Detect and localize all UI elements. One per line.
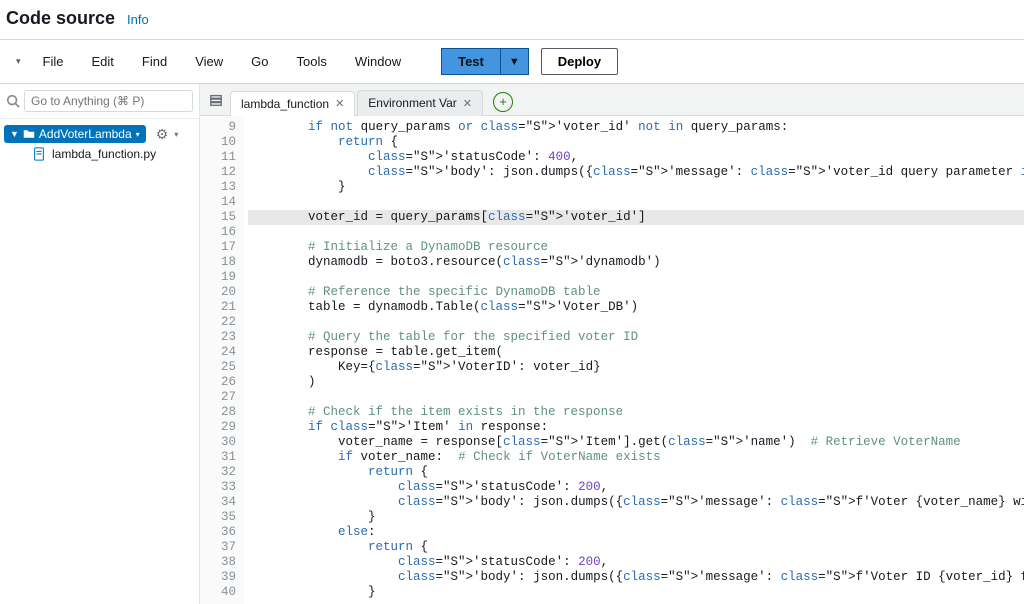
tab-add-button[interactable]: + — [493, 92, 513, 112]
tab-environment-var[interactable]: Environment Var ✕ — [357, 90, 483, 116]
caret-down-icon: ▼ — [10, 129, 19, 139]
test-dropdown-button[interactable]: ▼ — [500, 48, 529, 75]
folder-icon — [23, 128, 35, 140]
deploy-button[interactable]: Deploy — [541, 48, 618, 75]
menu-go[interactable]: Go — [239, 50, 280, 73]
menu-file[interactable]: File — [31, 50, 76, 73]
panel-header: Code source Info — [0, 0, 1024, 39]
tab-lambda-function[interactable]: lambda_function ✕ — [230, 91, 355, 117]
tab-label: lambda_function — [241, 97, 329, 111]
menu-view[interactable]: View — [183, 50, 235, 73]
menu-tools[interactable]: Tools — [284, 50, 338, 73]
tree-folder-root[interactable]: ▼ AddVoterLambda ▾ — [4, 125, 146, 143]
line-gutter: 9101112131415161718192021222324252627282… — [200, 116, 244, 604]
ide-container: ▾ File Edit Find View Go Tools Window Te… — [0, 39, 1024, 604]
menu-collapse-icon[interactable]: ▾ — [10, 56, 27, 67]
caret-small-icon: ▾ — [136, 130, 140, 139]
gear-icon[interactable]: ⚙ — [156, 126, 169, 143]
tree-file[interactable]: lambda_function.py — [4, 143, 195, 165]
file-icon — [32, 147, 46, 161]
tab-bar: lambda_function ✕ Environment Var ✕ + — [200, 84, 1024, 116]
tab-label: Environment Var — [368, 96, 456, 110]
menu-edit[interactable]: Edit — [79, 50, 125, 73]
folder-label: AddVoterLambda — [39, 127, 132, 141]
tab-history-icon[interactable] — [204, 93, 228, 107]
info-link[interactable]: Info — [127, 12, 149, 27]
goto-anything-input[interactable] — [24, 90, 193, 112]
gear-caret-icon[interactable]: ▾ — [174, 130, 178, 139]
file-tree: ▼ AddVoterLambda ▾ ⚙ ▾ lambda_function.p… — [0, 119, 199, 171]
sidebar: ▼ AddVoterLambda ▾ ⚙ ▾ lambda_function.p… — [0, 84, 200, 604]
menubar: ▾ File Edit Find View Go Tools Window Te… — [0, 40, 1024, 84]
editor-area: lambda_function ✕ Environment Var ✕ + 91… — [200, 84, 1024, 604]
code-content[interactable]: if not query_params or class="S">'voter_… — [244, 116, 1024, 604]
code-editor[interactable]: 9101112131415161718192021222324252627282… — [200, 116, 1024, 604]
menu-find[interactable]: Find — [130, 50, 179, 73]
search-icon — [6, 94, 20, 108]
panel-title: Code source — [6, 8, 115, 29]
menu-window[interactable]: Window — [343, 50, 413, 73]
close-icon[interactable]: ✕ — [463, 97, 472, 110]
test-button[interactable]: Test — [441, 48, 500, 75]
file-label: lambda_function.py — [52, 147, 156, 161]
close-icon[interactable]: ✕ — [335, 97, 344, 110]
